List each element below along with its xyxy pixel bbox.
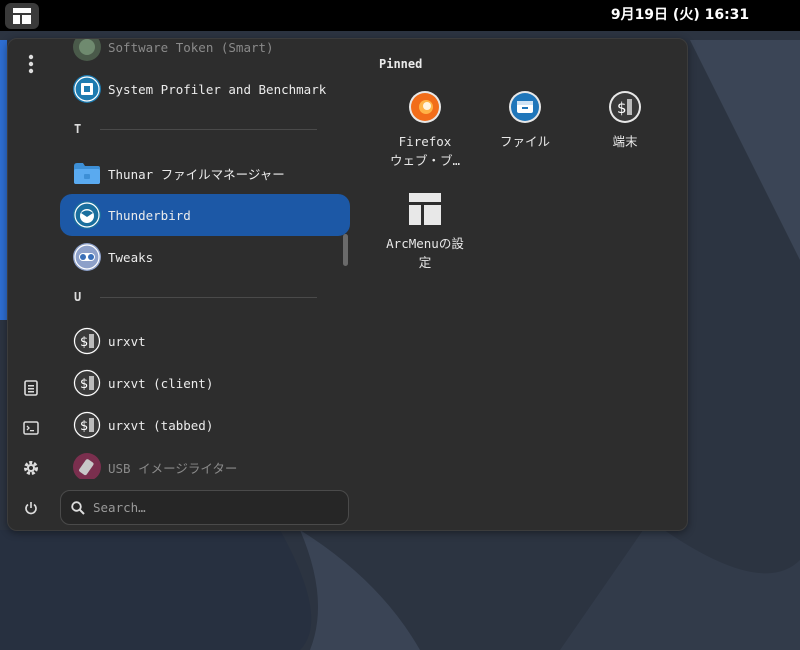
terminal-icon: $ (73, 411, 101, 439)
app-item-urxvt-tabbed[interactable]: $ urxvt (tabbed) (60, 404, 350, 446)
svg-text:$: $ (80, 335, 88, 350)
app-item-usb-image-writer[interactable]: USB イメージライター (60, 446, 350, 479)
svg-text:$: $ (80, 377, 88, 392)
app-item-urxvt[interactable]: $ urxvt (60, 320, 350, 362)
arcmenu-panel: Software Token (Smart) System Profiler a… (7, 38, 688, 531)
thunderbird-icon (73, 201, 101, 229)
app-list-scrollbar[interactable] (343, 234, 348, 266)
arcmenu-layout-icon (13, 8, 31, 24)
app-item-software-token[interactable]: Software Token (Smart) (60, 39, 350, 68)
terminal-icon: $ (73, 327, 101, 355)
pinned-arcmenu-settings[interactable]: ArcMenuの設 定 (380, 192, 470, 272)
app-item-thunar[interactable]: Thunar ファイルマネージャー (60, 152, 350, 194)
arcmenu-settings-icon (409, 193, 441, 225)
firefox-icon (409, 91, 441, 123)
app-item-tweaks[interactable]: Tweaks (60, 236, 350, 278)
terminal-icon: $ (609, 91, 641, 123)
tweaks-icon (73, 243, 101, 271)
documents-icon[interactable] (18, 375, 44, 401)
pinned-files[interactable]: ファイル (480, 90, 570, 151)
app-item-thunderbird[interactable]: Thunderbird (60, 194, 350, 236)
app-item-urxvt-client[interactable]: $ urxvt (client) (60, 362, 350, 404)
search-icon (71, 500, 85, 515)
files-icon (509, 91, 541, 123)
section-header-u: U (74, 287, 317, 307)
search-input[interactable] (93, 500, 323, 515)
app-list[interactable]: Software Token (Smart) System Profiler a… (60, 39, 350, 479)
search-box[interactable] (60, 490, 349, 525)
clock[interactable]: 9月19日 (火) 16:31 (560, 0, 800, 31)
section-header-t: T (74, 119, 317, 139)
power-icon[interactable] (18, 495, 44, 521)
settings-gear-icon[interactable] (18, 455, 44, 481)
terminal-shortcut-icon[interactable] (18, 415, 44, 441)
more-options-icon[interactable] (18, 51, 44, 77)
pinned-firefox[interactable]: Firefox ウェブ・ブ… (380, 90, 470, 170)
pinned-title: Pinned (379, 57, 423, 71)
pinned-terminal[interactable]: $ 端末 (580, 90, 670, 151)
svg-text:$: $ (617, 99, 627, 117)
terminal-icon: $ (73, 369, 101, 397)
app-item-system-profiler[interactable]: System Profiler and Benchmark (60, 68, 350, 110)
usb-icon (73, 453, 101, 479)
arcmenu-button[interactable] (5, 3, 39, 29)
svg-text:$: $ (80, 419, 88, 434)
system-profiler-icon (73, 75, 101, 103)
top-bar: 9月19日 (火) 16:31 (0, 0, 800, 31)
software-token-icon (73, 39, 101, 61)
folder-icon (74, 163, 100, 184)
